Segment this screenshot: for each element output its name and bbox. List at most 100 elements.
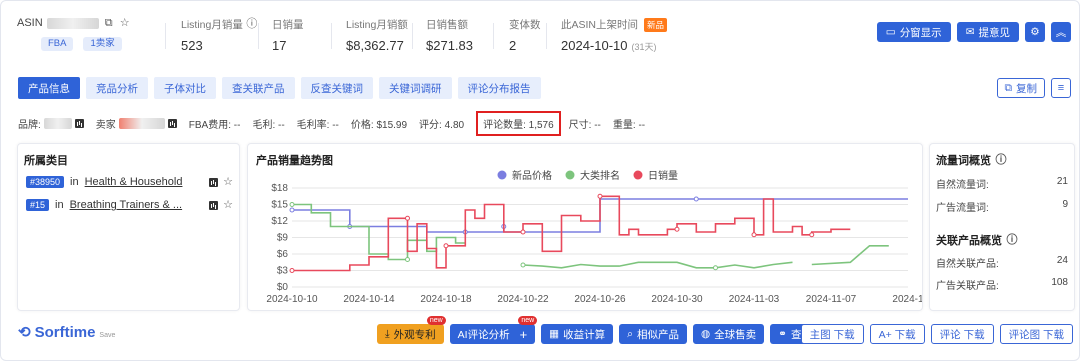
feedback-button[interactable]: ✉ 提意见 <box>956 22 1019 42</box>
tab-competitor-analysis[interactable]: 竞品分析 <box>86 77 148 99</box>
bar-chart-icon[interactable] <box>167 118 177 128</box>
new-badge: new <box>426 316 446 325</box>
fba-badge: FBA <box>41 37 74 51</box>
category-link[interactable]: Breathing Trainers & ... <box>70 199 183 211</box>
aplus-download-button[interactable]: A+ 下载 <box>869 324 925 344</box>
legend-marker <box>565 170 575 180</box>
category-panel: 所属类目 #38950 in Health & Household ☆ #15 … <box>17 143 240 311</box>
kv-value[interactable]: 21 <box>1057 176 1068 190</box>
copy-button[interactable]: ⧉ 复制 <box>996 78 1045 98</box>
kv-value[interactable]: 108 <box>1051 277 1068 291</box>
y-tick-label: $15 <box>271 200 288 211</box>
collapse-button[interactable]: ︽ <box>1051 22 1071 42</box>
in-text: in <box>70 176 79 188</box>
stat-value: 2024-10-10 <box>561 38 628 53</box>
window-icon: ▭ <box>885 26 896 38</box>
button-label: 分窗显示 <box>899 26 942 39</box>
stat-daily-revenue: 日销售额 $271.83 <box>426 17 473 57</box>
series-line <box>811 245 889 266</box>
similar-products-button[interactable]: ⌕ 相似产品 <box>619 324 687 344</box>
review-image-download-button[interactable]: 评论图 下载 <box>999 324 1073 344</box>
globe-icon: ◍ <box>700 328 711 340</box>
data-point <box>289 202 295 207</box>
days-since-listing: (31天) <box>631 42 657 52</box>
stat-variants: 变体数 2 <box>509 17 541 57</box>
category-title: 所属类目 <box>24 155 68 167</box>
price: 价格: $15.99 <box>350 119 408 131</box>
copy-icon[interactable]: ⧉ <box>103 17 115 29</box>
design-patent-button[interactable]: ⤓ 外观专利 new <box>377 316 446 344</box>
data-point <box>443 243 449 249</box>
asin-block: ASIN ⧉ ☆ FBA 1卖家 <box>17 15 177 51</box>
button-label: 收益计算 <box>563 328 606 341</box>
bar-chart-icon[interactable] <box>74 118 84 128</box>
divider <box>258 23 259 49</box>
split-window-button[interactable]: ▭ 分窗显示 <box>876 22 951 42</box>
copy-icon: ⧉ <box>1004 81 1013 94</box>
tab-variant-compare[interactable]: 子体对比 <box>154 77 216 99</box>
stat-monthly-sales: Listing月销量 ⓘ 523 <box>181 17 258 57</box>
tab-keyword-research[interactable]: 关键词调研 <box>379 77 452 99</box>
help-icon[interactable]: ⓘ <box>995 154 1007 166</box>
kv-label: 广告流量词: <box>936 203 989 214</box>
help-icon[interactable]: ⓘ <box>1006 234 1018 246</box>
data-point <box>751 232 757 238</box>
search-icon: ⌕ <box>627 327 633 340</box>
ai-review-button[interactable]: AI评论分析 + new <box>449 316 538 344</box>
brand-sub: Save <box>99 331 116 339</box>
category-link[interactable]: Health & Household <box>85 176 183 188</box>
menu-button[interactable]: ≡ <box>1051 78 1071 98</box>
bar-chart-icon[interactable] <box>209 177 218 187</box>
stat-daily-sales: 日销量 17 <box>272 17 304 57</box>
kv-label: 自然关联产品: <box>936 259 999 270</box>
feedback-icon: ✉ <box>965 26 975 38</box>
button-label: 外观专利 <box>393 328 436 341</box>
kv-value[interactable]: 9 <box>1062 199 1068 213</box>
star-icon[interactable]: ☆ <box>222 199 234 211</box>
main-image-download-button[interactable]: 主图 下载 <box>800 324 864 344</box>
sorftime-logo: ⟲ Sorftime Save <box>18 323 116 342</box>
ad-related-row: 广告关联产品: 108 <box>936 277 1068 292</box>
data-point <box>520 229 526 235</box>
bar-chart-icon[interactable] <box>209 200 218 210</box>
legend-marker <box>497 170 507 180</box>
plus-icon: + <box>519 326 528 342</box>
tab-product-info[interactable]: 产品信息 <box>18 77 80 99</box>
y-tick-label: $18 <box>271 183 288 194</box>
series-line <box>522 261 793 269</box>
divider <box>493 23 494 49</box>
kv-label: 广告关联产品: <box>936 281 999 292</box>
profit-calc-button[interactable]: ▦ 收益计算 <box>541 324 614 344</box>
data-point <box>289 207 295 213</box>
new-badge: new <box>518 316 538 325</box>
data-point <box>693 196 699 202</box>
settings-button[interactable]: ⚙ <box>1025 22 1045 42</box>
star-icon[interactable]: ☆ <box>119 17 131 29</box>
button-label: 相似产品 <box>636 328 679 341</box>
download-actions: 主图 下载 A+ 下载 评论 下载 评论图 下载 <box>800 324 1073 344</box>
tab-reverse-keywords[interactable]: 反查关键词 <box>300 77 373 99</box>
stat-monthly-revenue: Listing月销额 $8,362.77 <box>346 17 408 57</box>
series-line <box>292 195 851 272</box>
tab-related-products[interactable]: 查关联产品 <box>222 77 295 99</box>
legend-label: 大类排名 <box>580 169 620 182</box>
x-tick-label: 2024-11-03 <box>729 294 780 305</box>
review-download-button[interactable]: 评论 下载 <box>930 324 994 344</box>
tab-bar: 产品信息 竞品分析 子体对比 查关联产品 反查关键词 关键词调研 评论分布报告 <box>18 77 541 99</box>
stat-listing-date: 此ASIN上架时间 新品 2024-10-10 (31天) <box>561 17 668 57</box>
data-point <box>405 257 410 262</box>
traffic-panel: 流量词概览 ⓘ 自然流量词: 21 广告流量词: 9 关联产品概览 ⓘ 自然关联产品: 2… <box>929 143 1075 311</box>
organic-related-row: 自然关联产品: 24 <box>936 255 1068 270</box>
legend-label: 日销量 <box>648 169 678 182</box>
x-tick-label: 2024-10-18 <box>420 294 472 305</box>
product-panel: ASIN ⧉ ☆ FBA 1卖家 Listing月销量ⓘ 523 日销量 17 <box>0 0 1080 361</box>
tab-review-report[interactable]: 评论分布报告 <box>457 77 541 99</box>
global-sales-button[interactable]: ◍ 全球售卖 <box>692 324 765 344</box>
related-title: 关联产品概览 <box>936 235 1002 247</box>
asin-value-redacted <box>46 17 99 29</box>
x-tick-label: 2024-1 <box>892 294 922 305</box>
help-icon[interactable]: ⓘ <box>246 19 258 31</box>
star-icon[interactable]: ☆ <box>222 176 234 188</box>
kv-value[interactable]: 24 <box>1057 255 1068 269</box>
seller-value-redacted <box>118 117 165 129</box>
